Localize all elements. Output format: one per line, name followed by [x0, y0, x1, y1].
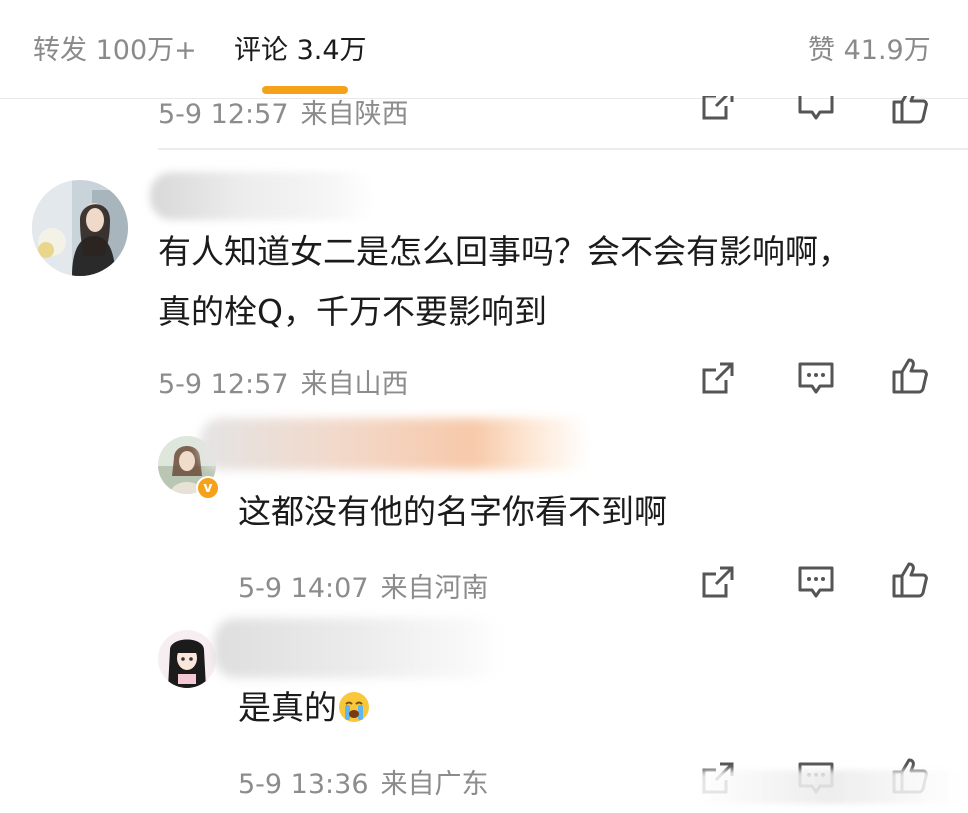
- reply-2-text: 是真的: [238, 688, 337, 727]
- reply-2-username-blurred[interactable]: [214, 618, 504, 678]
- reply-2-location: 来自广东: [380, 769, 489, 800]
- reply-2-meta: 5-9 13:36 来自广东: [238, 762, 489, 801]
- comment-icon: [798, 96, 834, 120]
- comment-meta: 5-9 12:57 来自山西: [158, 362, 409, 401]
- like-icon: [892, 358, 928, 394]
- comment-reply-button[interactable]: [796, 358, 836, 398]
- reply-1-meta: 5-9 14:07 来自河南: [238, 566, 489, 605]
- comment-date: 5-9 12:57: [158, 369, 289, 400]
- username-blurred[interactable]: [150, 172, 375, 220]
- reply-2-date: 5-9 13:36: [238, 769, 369, 800]
- crying-face-emoji: [339, 692, 369, 722]
- share-icon: [702, 362, 734, 394]
- reply-2-text-wrap: 是真的: [238, 682, 371, 734]
- comment-icon: [798, 566, 834, 598]
- comment-like-button[interactable]: [890, 356, 930, 396]
- share-icon: [702, 566, 734, 598]
- tab-likes[interactable]: 赞 41.9万: [808, 28, 931, 67]
- reply-1-location: 来自河南: [380, 573, 489, 604]
- reply-1-like-button[interactable]: [890, 560, 930, 600]
- reply-1-reply-button[interactable]: [796, 562, 836, 602]
- reply-1-username-blurred[interactable]: [200, 418, 590, 470]
- comment-share-button[interactable]: [698, 358, 738, 398]
- comment-icon: [798, 362, 834, 394]
- prev-like-button[interactable]: [890, 96, 930, 124]
- like-icon: [892, 96, 928, 124]
- prev-comment-meta: 5-9 12:57 来自陕西: [158, 92, 409, 131]
- tab-comments[interactable]: 评论 3.4万: [234, 28, 367, 67]
- comment-text-line-1: 有人知道女二是怎么回事吗？会不会有影响啊，: [158, 232, 851, 271]
- comment-text-line-2: 真的栓Q，千万不要影响到: [158, 292, 547, 331]
- share-icon: [702, 96, 734, 120]
- reply-1-text: 这都没有他的名字你看不到啊: [238, 492, 667, 531]
- prev-comment-location: 来自陕西: [300, 99, 409, 130]
- watermark-blurred: [697, 770, 962, 804]
- prev-comment-date: 5-9 12:57: [158, 99, 289, 130]
- reply-1-date: 5-9 14:07: [238, 573, 369, 604]
- verified-badge-icon: v: [196, 476, 220, 500]
- reply-2-avatar[interactable]: [158, 630, 216, 688]
- comment-location: 来自山西: [300, 369, 409, 400]
- comment-tabs: 转发 100万+ 评论 3.4万 赞 41.9万: [0, 0, 968, 98]
- tab-repost[interactable]: 转发 100万+: [33, 28, 197, 67]
- prev-share-button[interactable]: [698, 96, 738, 122]
- prev-comment-button[interactable]: [796, 96, 836, 122]
- like-icon: [892, 562, 928, 598]
- user-avatar[interactable]: [32, 180, 128, 276]
- reply-1-share-button[interactable]: [698, 562, 738, 602]
- comment-divider: [158, 148, 968, 150]
